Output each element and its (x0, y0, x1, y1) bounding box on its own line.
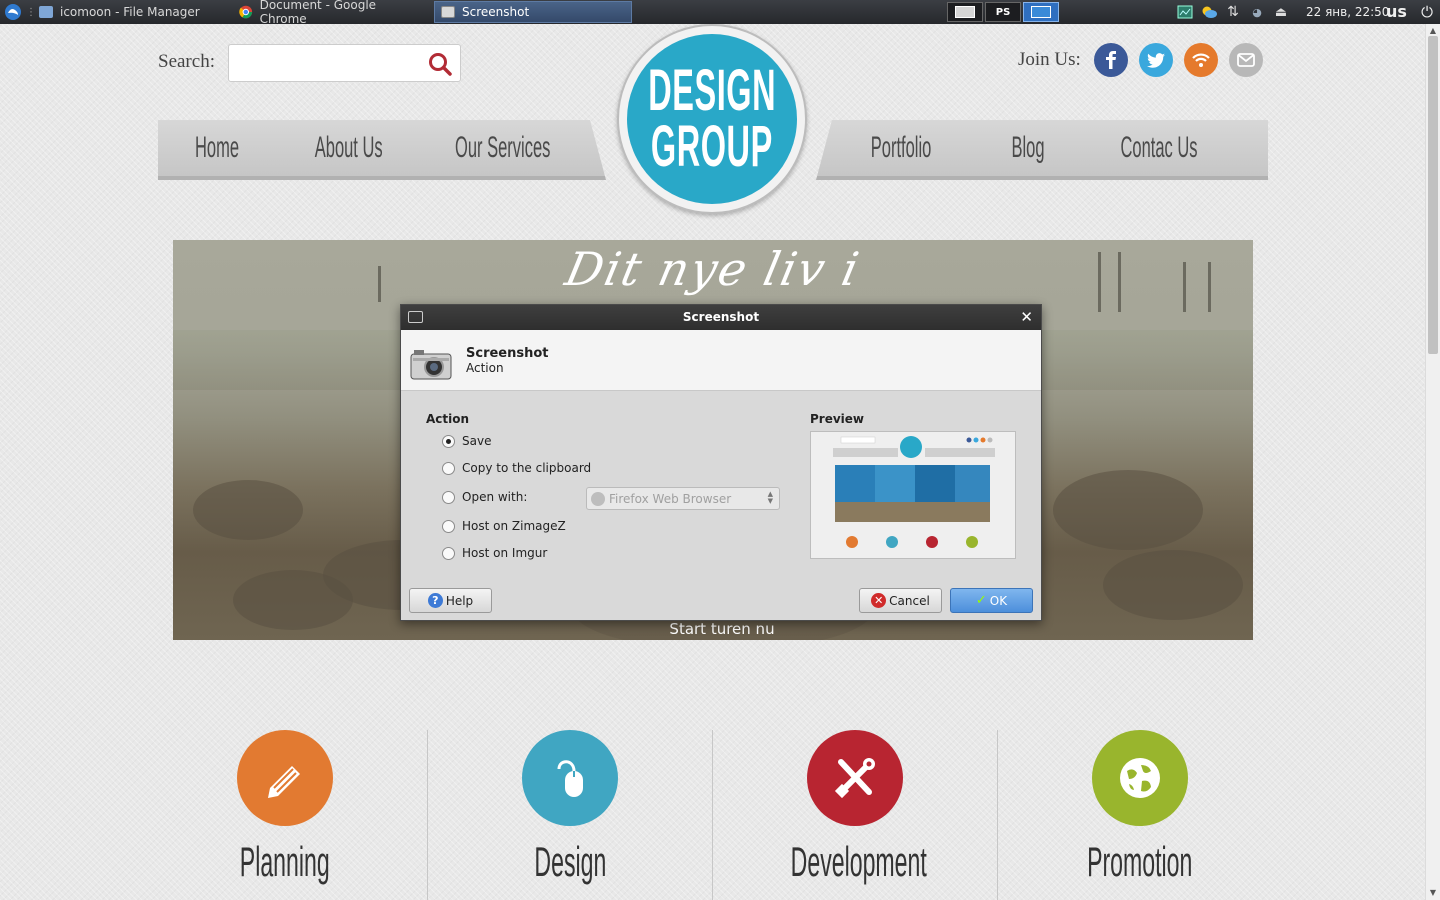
tools-icon[interactable] (807, 730, 903, 826)
nav-our-services[interactable]: Our Services (424, 120, 582, 176)
action-group-label: Action (426, 412, 470, 426)
radio-save[interactable]: Save (442, 434, 491, 448)
workspace-1[interactable] (947, 2, 983, 22)
nav-about-us[interactable]: About Us (278, 120, 420, 176)
open-with-select[interactable]: Firefox Web Browser ▲ ▼ (586, 487, 780, 510)
open-with-value: Firefox Web Browser (609, 491, 732, 506)
close-icon[interactable]: ✕ (1020, 305, 1033, 330)
power-icon[interactable]: ⏻ (1418, 3, 1436, 21)
start-menu-icon[interactable] (4, 0, 22, 24)
network-icon[interactable]: ⇅ (1224, 3, 1242, 21)
dialog-header: Screenshot Action (401, 330, 1041, 391)
logo-line-2: GROUP (651, 114, 773, 179)
preview-thumbnail (810, 431, 1016, 559)
nav-portfolio[interactable]: Portfolio (836, 120, 966, 176)
twitter-icon[interactable] (1139, 43, 1173, 77)
radio-button[interactable] (442, 490, 455, 504)
workspace-3[interactable] (1023, 2, 1059, 22)
page-scrollbar[interactable]: ▲ ▼ (1425, 24, 1440, 900)
dialog-header-subtitle: Action (466, 361, 504, 375)
help-icon: ? (427, 593, 443, 608)
join-label: Join Us: (1018, 49, 1081, 70)
logo-line-1: DESIGN (648, 58, 776, 123)
hero-cta[interactable]: Start turen nu (173, 620, 1253, 638)
camera-icon (410, 350, 452, 380)
radio-copy-clipboard[interactable]: Copy to the clipboard (442, 461, 591, 475)
feature-label-promotion: Promotion (1087, 838, 1193, 885)
scroll-thumb[interactable] (1428, 36, 1438, 354)
nav-contact-us[interactable]: Contac Us (1084, 120, 1234, 176)
folder-icon (39, 6, 53, 18)
feature-label-planning: Planning (240, 838, 330, 885)
task-label: Screenshot (462, 5, 530, 19)
radio-host-zimagez[interactable]: Host on ZimageZ (442, 519, 566, 533)
dialog-header-title: Screenshot (466, 346, 549, 361)
nav-bar-left: Home About Us Our Services (158, 120, 606, 180)
taskbar: ⋮ icomoon - File Manager Document - Goog… (0, 0, 1440, 26)
cancel-button[interactable]: ✕ Cancel (859, 588, 942, 613)
cancel-icon: ✕ (871, 593, 887, 608)
search-icon[interactable] (427, 51, 453, 77)
facebook-icon[interactable] (1094, 43, 1128, 77)
search-label: Search: (158, 51, 215, 72)
nav-home[interactable]: Home (158, 120, 276, 176)
radio-button[interactable] (442, 519, 455, 533)
task-file-manager[interactable]: icomoon - File Manager (33, 1, 228, 23)
scroll-down-arrow-icon[interactable]: ▼ (1426, 888, 1440, 898)
nav-blog[interactable]: Blog (976, 120, 1080, 176)
ok-button[interactable]: ✓ OK (950, 588, 1033, 613)
update-icon[interactable]: ◕ (1248, 3, 1266, 21)
help-button[interactable]: ? Help (409, 588, 492, 613)
dialog-title: Screenshot (682, 310, 760, 324)
scroll-up-arrow-icon[interactable]: ▲ (1426, 26, 1440, 36)
camera-icon (441, 6, 455, 18)
radio-host-imgur[interactable]: Host on Imgur (442, 546, 547, 560)
check-icon: ✓ (975, 593, 987, 608)
preview-label: Preview (810, 412, 865, 426)
radio-open-with[interactable]: Open with: (442, 490, 527, 504)
task-screenshot[interactable]: Screenshot (434, 1, 632, 23)
feature-divider (427, 730, 428, 900)
rss-icon[interactable] (1184, 43, 1218, 77)
globe-icon[interactable] (1092, 730, 1188, 826)
nav-bar-right: Portfolio Blog Contac Us (816, 120, 1268, 180)
usb-icon[interactable]: ⏏ (1272, 3, 1290, 21)
task-chrome[interactable]: Document - Google Chrome (233, 0, 428, 26)
firefox-icon (591, 491, 605, 506)
radio-button[interactable] (442, 546, 455, 560)
chrome-icon (239, 5, 253, 19)
feature-label-development: Development (790, 838, 927, 885)
workspace-ps-label: PS (995, 6, 1011, 18)
task-label: Document - Google Chrome (259, 0, 377, 26)
system-tray: ⇅ ◕ ⏏ (1176, 0, 1290, 24)
weather-icon[interactable] (1200, 3, 1218, 21)
pencil-icon[interactable] (237, 730, 333, 826)
task-label: icomoon - File Manager (60, 5, 200, 19)
mouse-icon[interactable] (522, 730, 618, 826)
workspace-2[interactable]: PS (985, 2, 1021, 22)
radio-button[interactable] (442, 461, 455, 475)
radio-button[interactable] (442, 434, 455, 448)
screenshot-dialog: Screenshot ✕ Screenshot Action Action Pr… (400, 304, 1042, 621)
feature-divider (712, 730, 713, 900)
keyboard-layout[interactable]: us (1386, 0, 1407, 24)
camera-icon (408, 311, 423, 323)
logo[interactable]: DESIGN GROUP (617, 24, 807, 214)
feature-label-design: Design (534, 838, 606, 885)
monitor-icon[interactable] (1176, 3, 1194, 21)
hero-title: Dit nye liv i (560, 242, 866, 296)
search-input[interactable] (235, 51, 420, 75)
clock[interactable]: 22 янв, 22:50 (1306, 0, 1389, 24)
feature-divider (997, 730, 998, 900)
search-box[interactable] (228, 44, 461, 82)
workspace-pager: PS (947, 2, 1059, 22)
select-arrow-icon: ▲ ▼ (767, 490, 773, 505)
email-icon[interactable] (1229, 43, 1263, 77)
dialog-titlebar[interactable]: Screenshot ✕ (401, 305, 1041, 330)
